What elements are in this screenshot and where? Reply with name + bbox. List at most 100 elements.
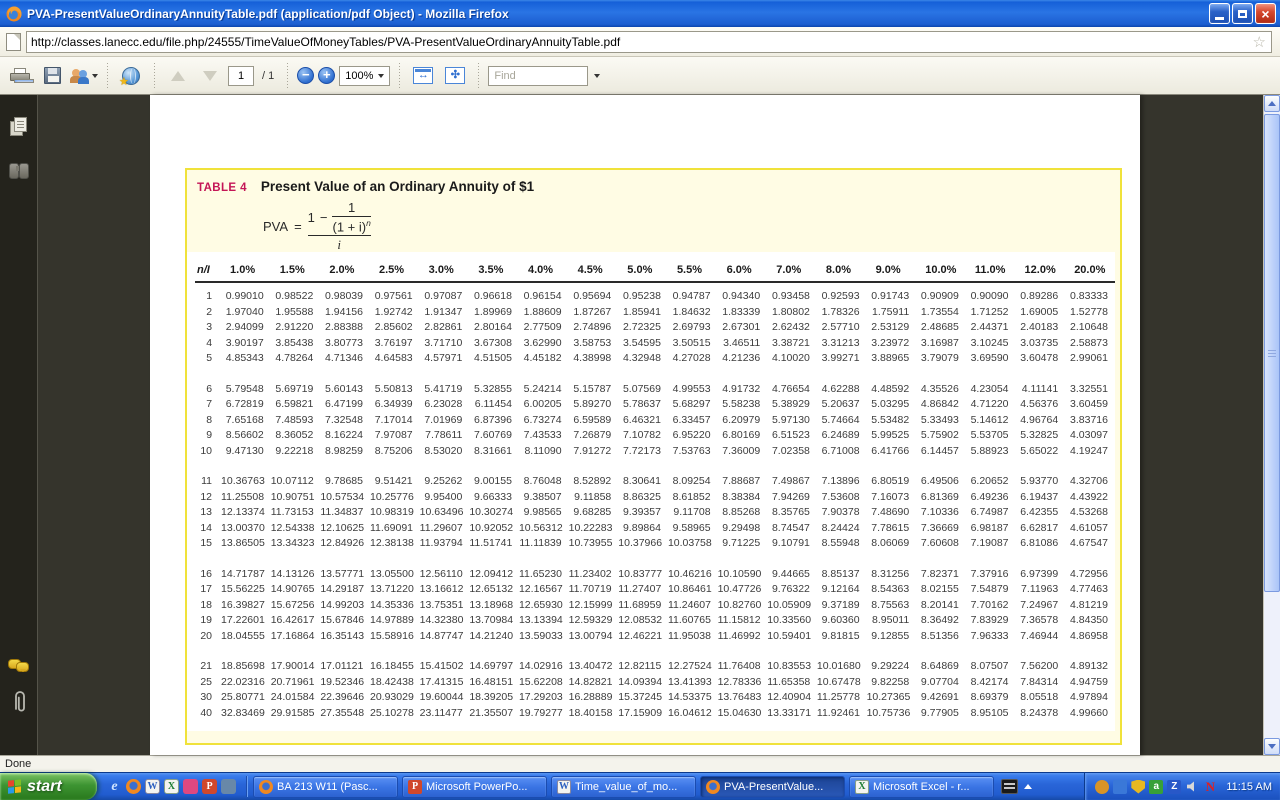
pv-factor-cell: 11.95038: [668, 629, 718, 645]
scroll-down-button[interactable]: [1264, 738, 1280, 755]
hide-icons-chevron[interactable]: [1021, 778, 1035, 796]
tray-norton-icon[interactable]: N: [1203, 780, 1217, 794]
tray-zonealarm-icon[interactable]: Z: [1167, 780, 1181, 794]
taskbar-task-word[interactable]: WTime_value_of_mo...: [551, 776, 696, 798]
taskbar-task-firefox[interactable]: BA 213 W11 (Pasc...: [253, 776, 398, 798]
zoom-level-select[interactable]: 100%: [339, 66, 390, 86]
pv-factor-cell: 8.06069: [867, 536, 917, 552]
pv-factor-cell: 0.83333: [1065, 282, 1115, 305]
taskbar-task-firefox[interactable]: PVA-PresentValue...: [700, 776, 845, 798]
comments-panel-icon[interactable]: [8, 657, 30, 675]
zoom-in-button[interactable]: +: [318, 67, 335, 84]
pv-factor-cell: 6.49506: [916, 468, 966, 490]
save-button[interactable]: [38, 62, 66, 90]
quick-launch-word-icon[interactable]: W: [145, 779, 160, 794]
collaborate-button[interactable]: [70, 62, 98, 90]
print-button[interactable]: [6, 62, 34, 90]
pv-factor-cell: 13.57771: [320, 561, 370, 583]
previous-page-button[interactable]: [164, 62, 192, 90]
close-button[interactable]: ×: [1255, 3, 1276, 24]
pv-factor-cell: 10.37966: [618, 536, 668, 552]
zoom-out-button[interactable]: −: [297, 67, 314, 84]
pva-formula: PVA = 1 − 1 (1 + i)n: [263, 200, 1120, 253]
next-page-button[interactable]: [196, 62, 224, 90]
pv-factor-cell: 6.34939: [370, 397, 420, 413]
pv-factor-cell: 10.67478: [817, 675, 867, 691]
pv-factor-cell: 2.53129: [867, 320, 917, 336]
pv-factor-cell: 8.11090: [519, 444, 569, 460]
column-header-rate: 2.0%: [320, 264, 370, 282]
pv-factor-cell: 7.43533: [519, 428, 569, 444]
collaborate-dropdown-icon[interactable]: [92, 74, 98, 81]
find-dropdown-icon[interactable]: [594, 74, 600, 81]
tray-security-shield-icon[interactable]: [1131, 780, 1145, 794]
pv-factor-cell: 1.87267: [569, 305, 619, 321]
pv-factor-cell: 8.75563: [867, 598, 917, 614]
start-button[interactable]: start: [0, 773, 97, 800]
pv-factor-cell: 0.89286: [1016, 282, 1066, 305]
quick-launch-media-player-icon[interactable]: [221, 779, 236, 794]
pages-panel-icon[interactable]: [10, 117, 28, 137]
pv-factor-cell: 18.40158: [569, 706, 619, 722]
scrollbar-thumb[interactable]: [1264, 114, 1280, 592]
fit-page-button[interactable]: ✣: [441, 62, 469, 90]
pv-factor-cell: 11.29607: [420, 521, 470, 537]
scrollbar-track[interactable]: [1264, 592, 1280, 738]
pv-factor-cell: 2.74896: [569, 320, 619, 336]
pv-factor-cell: 0.97561: [370, 282, 420, 305]
tray-network-icon[interactable]: [1113, 780, 1127, 794]
quick-launch-internet-explorer-icon[interactable]: e: [107, 779, 122, 794]
pv-factor-cell: 4.21236: [718, 351, 768, 367]
pv-factor-cell: 3.90197: [221, 336, 271, 352]
minimize-button[interactable]: [1209, 3, 1230, 24]
fit-width-button[interactable]: ↔: [409, 62, 437, 90]
find-input[interactable]: [488, 66, 588, 86]
acrobat-online-button[interactable]: ★: [117, 62, 145, 90]
pv-factor-cell: 9.38507: [519, 490, 569, 506]
row-period-label: 18: [195, 598, 221, 614]
pv-factor-cell: 12.65132: [469, 582, 519, 598]
pv-factor-cell: 4.38998: [569, 351, 619, 367]
pv-factor-cell: 12.40904: [767, 690, 817, 706]
taskbar-divider: [246, 776, 247, 797]
pv-factor-cell: 11.27407: [618, 582, 668, 598]
pv-factor-cell: 8.61852: [668, 490, 718, 506]
scroll-up-button[interactable]: [1264, 95, 1280, 112]
table-row: 65.795485.697195.601435.508135.417195.32…: [195, 376, 1115, 398]
pv-factor-cell: 7.70162: [966, 598, 1016, 614]
row-period-label: 30: [195, 690, 221, 706]
pv-factor-cell: 0.92593: [817, 282, 867, 305]
pv-factor-cell: 1.92742: [370, 305, 420, 321]
url-input[interactable]: [27, 35, 1248, 49]
pv-factor-cell: 3.69590: [966, 351, 1016, 367]
pv-factor-cell: 7.36009: [718, 444, 768, 460]
row-period-label: 21: [195, 653, 221, 675]
language-keyboard-icon[interactable]: [1001, 779, 1018, 794]
attachments-paperclip-icon[interactable]: [9, 689, 29, 715]
pv-factor-cell: 13.18968: [469, 598, 519, 614]
quick-launch-messenger-icon[interactable]: [183, 779, 198, 794]
pv-factor-cell: 10.30274: [469, 505, 519, 521]
tray-updates-icon[interactable]: [1095, 780, 1109, 794]
pv-factor-cell: 9.00155: [469, 468, 519, 490]
taskbar-clock[interactable]: 11:15 AM: [1226, 781, 1272, 793]
tray-volume-icon[interactable]: [1185, 780, 1199, 794]
quick-launch-powerpoint-icon[interactable]: P: [202, 779, 217, 794]
column-header-n: n/I: [195, 264, 221, 282]
taskbar-task-excel[interactable]: XMicrosoft Excel - r...: [849, 776, 994, 798]
column-header-rate: 6.0%: [718, 264, 768, 282]
pv-factor-cell: 4.78264: [271, 351, 321, 367]
restore-button[interactable]: [1232, 3, 1253, 24]
quick-launch-firefox-icon[interactable]: [126, 779, 141, 794]
taskbar-task-powerpoint[interactable]: PMicrosoft PowerPo...: [402, 776, 547, 798]
pv-factor-cell: 7.32548: [320, 413, 370, 429]
pv-factor-cell: 4.19247: [1065, 444, 1115, 460]
status-text: Done: [5, 758, 31, 770]
tray-antivirus-icon[interactable]: a: [1149, 780, 1163, 794]
bookmark-star-icon[interactable]: ☆: [1248, 33, 1271, 51]
search-binoculars-icon[interactable]: [9, 163, 29, 177]
row-period-label: 8: [195, 413, 221, 429]
pv-factor-cell: 8.16224: [320, 428, 370, 444]
quick-launch-excel-icon[interactable]: X: [164, 779, 179, 794]
page-number-input[interactable]: [228, 66, 254, 86]
